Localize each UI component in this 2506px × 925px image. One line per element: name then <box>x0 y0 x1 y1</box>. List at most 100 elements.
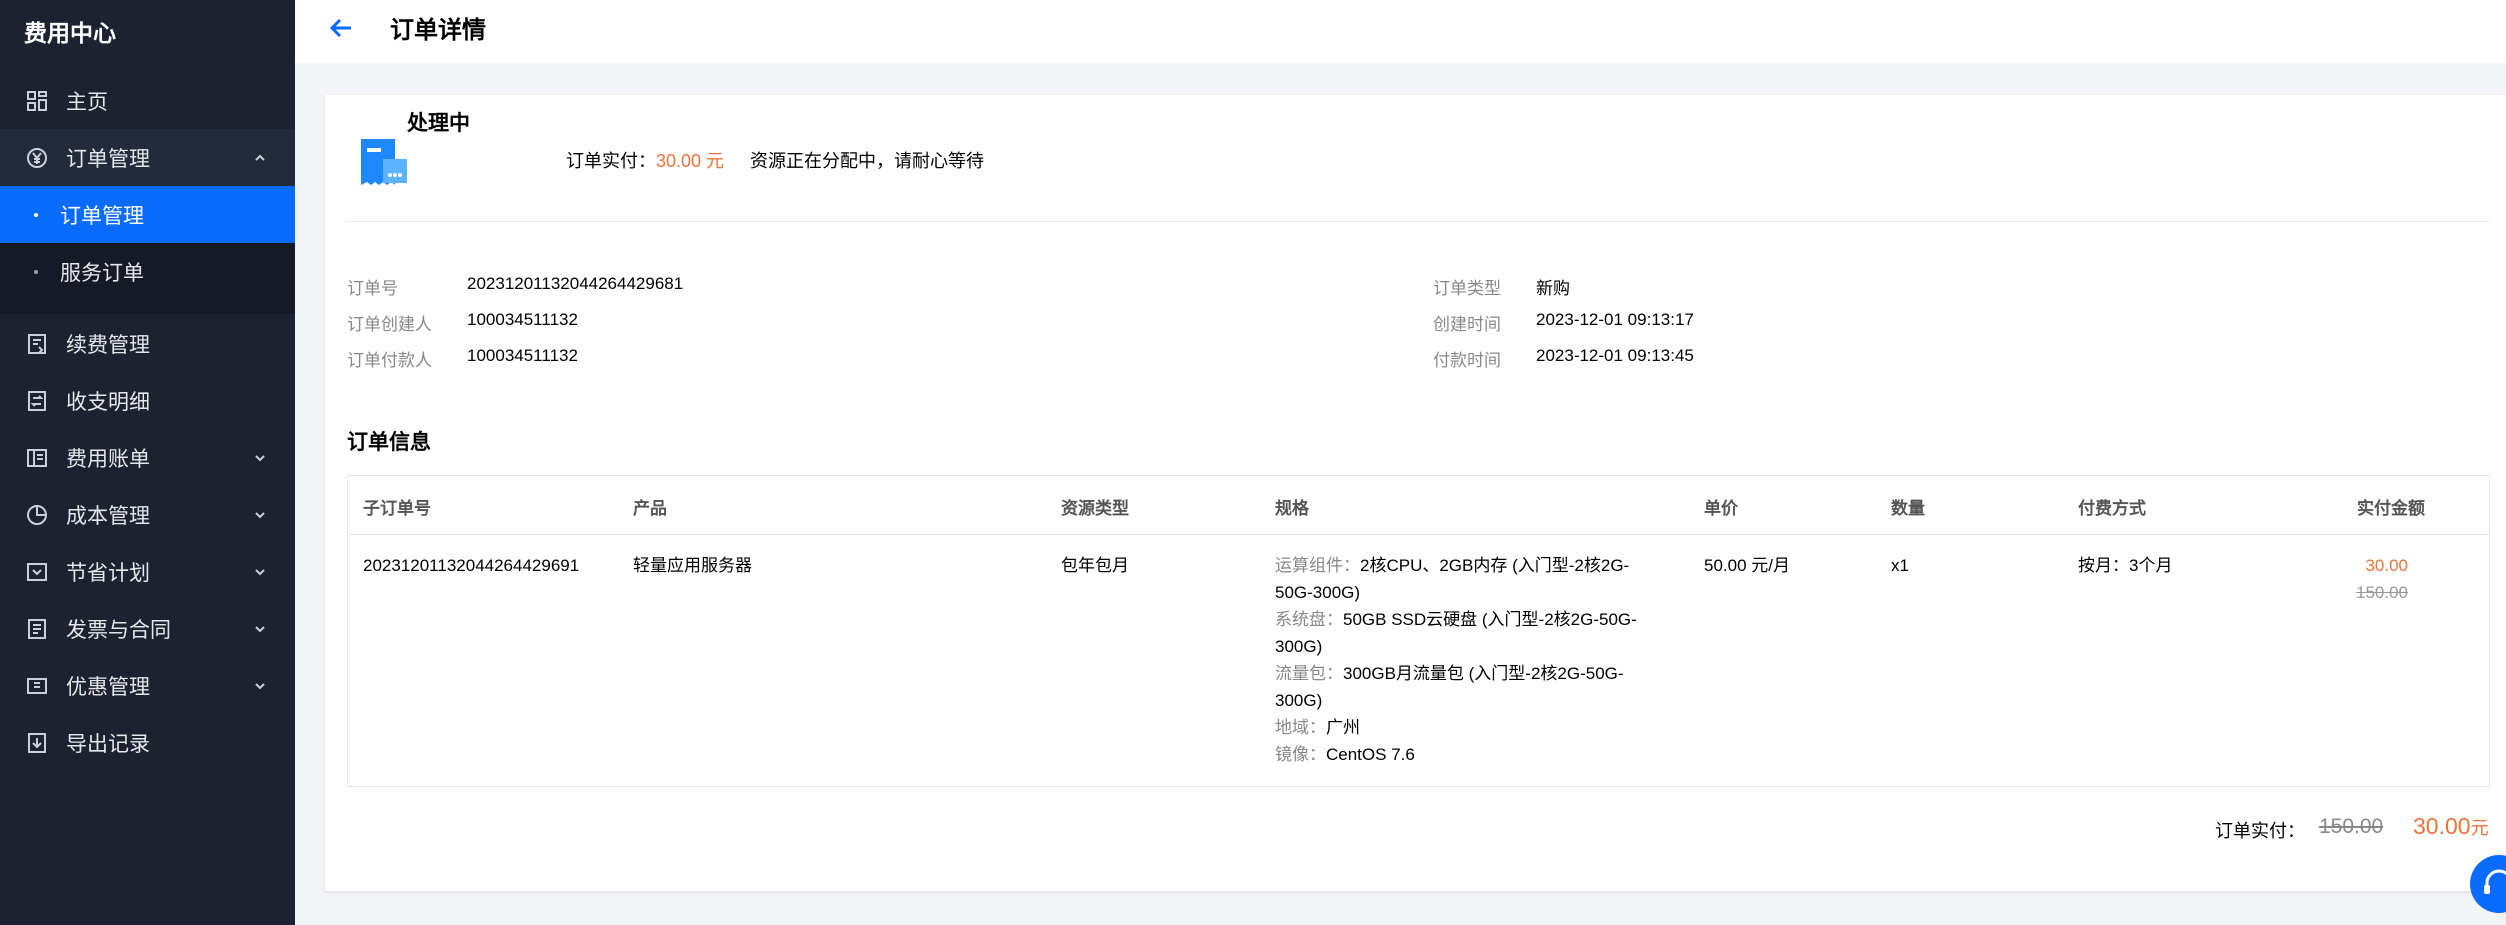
order-no-label: 订单号 <box>347 279 398 298</box>
original-amount: 150.00 <box>2356 583 2408 602</box>
sidebar-item-discounts[interactable]: 优惠管理 <box>0 657 295 714</box>
sidebar-item-invoice-contract[interactable]: 发票与合同 <box>0 600 295 657</box>
ticket-icon <box>24 673 50 699</box>
column-header: 产品 <box>633 499 667 518</box>
sidebar-item-label: 主页 <box>66 90 108 114</box>
paid-value: 30.00 元 <box>656 151 725 171</box>
sidebar-item-transactions[interactable]: 收支明细 <box>0 372 295 429</box>
spec-value: 2核CPU、2GB内存 (入门型-2核2G- <box>1360 556 1630 575</box>
created-time-label: 创建时间 <box>1433 315 1501 334</box>
divider <box>345 221 2490 222</box>
spec-item: 地域：广州 <box>1275 714 1675 741</box>
column-header: 单价 <box>1704 499 1738 518</box>
headset-icon <box>2484 869 2506 894</box>
payer-label: 订单付款人 <box>347 351 432 370</box>
billing-method: 按月：3个月 <box>2078 556 2173 575</box>
order-no-value: 20231201132044264429681 <box>467 274 684 293</box>
sidebar: 费用中心 主页 订单管理 订单管理 服务订单 续费管理 收支明细 费用账单 成本… <box>0 0 295 925</box>
total-unit: 元 <box>2470 818 2489 838</box>
total-label: 订单实付： <box>2215 821 2305 841</box>
sidebar-item-label: 服务订单 <box>60 261 144 285</box>
bullet-icon <box>34 212 38 217</box>
column-header: 付费方式 <box>2078 499 2146 518</box>
chevron-up-icon <box>255 154 265 161</box>
spec-item: 镜像：CentOS 7.6 <box>1275 741 1675 768</box>
spec-value: 50GB SSD云硬盘 (入门型-2核2G-50G- <box>1343 610 1637 629</box>
yuan-circle-icon <box>24 145 50 171</box>
spec-item: 运算组件：2核CPU、2GB内存 (入门型-2核2G- <box>1275 552 1675 579</box>
sidebar-item-label: 节省计划 <box>66 561 150 585</box>
customer-service-button[interactable] <box>2470 855 2506 913</box>
column-header: 数量 <box>1891 499 1925 518</box>
spec-value: 300GB月流量包 (入门型-2核2G-50G- <box>1343 664 1624 683</box>
sidebar-item-home[interactable]: 主页 <box>0 72 295 129</box>
column-header: 规格 <box>1275 499 1309 518</box>
spec-item: 系统盘：50GB SSD云硬盘 (入门型-2核2G-50G- <box>1275 606 1675 633</box>
unit-price: 50.00 元/月 <box>1704 556 1790 575</box>
back-arrow-icon[interactable] <box>325 12 357 44</box>
sidebar-item-bills[interactable]: 费用账单 <box>0 429 295 486</box>
bill-icon <box>24 445 50 471</box>
dashboard-icon <box>24 88 50 114</box>
sidebar-item-cost[interactable]: 成本管理 <box>0 486 295 543</box>
renewal-icon <box>24 331 50 357</box>
product-name: 轻量应用服务器 <box>633 556 752 575</box>
chevron-down-icon <box>255 568 265 575</box>
status-row: 处理中 订单实付：30.00 元 资源正在分配中，请耐心等待 <box>355 112 2495 191</box>
sidebar-item-label: 发票与合同 <box>66 618 171 642</box>
sidebar-item-label: 收支明细 <box>66 390 150 414</box>
spec-item: 流量包：300GB月流量包 (入门型-2核2G-50G- <box>1275 660 1675 687</box>
column-header: 实付金额 <box>2357 499 2425 518</box>
order-detail-card: 处理中 订单实付：30.00 元 资源正在分配中，请耐心等待 订单号 20231… <box>325 95 2506 891</box>
sidebar-item-orders[interactable]: 订单管理 <box>0 129 295 186</box>
paid-time-value: 2023-12-01 09:13:45 <box>1536 346 1694 365</box>
spec-value: 广州 <box>1326 718 1360 737</box>
sidebar-item-label: 续费管理 <box>66 333 150 357</box>
column-header: 子订单号 <box>363 499 431 518</box>
spec-item-cont: 300G) <box>1275 691 1323 710</box>
sidebar-item-label: 费用账单 <box>66 447 150 471</box>
chevron-down-icon <box>255 625 265 632</box>
sidebar-item-label: 优惠管理 <box>66 675 150 699</box>
sidebar-title: 费用中心 <box>24 20 116 46</box>
sidebar-item-label: 订单管理 <box>60 204 144 228</box>
order-type-value: 新购 <box>1536 279 1570 298</box>
creator-value: 100034511132 <box>467 310 578 329</box>
sidebar-item-savings-plan[interactable]: 节省计划 <box>0 543 295 600</box>
created-time-value: 2023-12-01 09:13:17 <box>1536 310 1694 329</box>
order-processing-icon <box>361 139 407 185</box>
spec-item-cont: 300G) <box>1275 637 1323 656</box>
spec-value: CentOS 7.6 <box>1326 745 1415 764</box>
total-original: 150.00 <box>2319 815 2384 838</box>
creator-label: 订单创建人 <box>347 315 432 334</box>
total-paid-wrap: 30.00元 <box>2413 813 2489 840</box>
chevron-down-icon <box>255 511 265 518</box>
section-title: 订单信息 <box>347 431 431 454</box>
spec-key: 流量包： <box>1275 664 1343 683</box>
paid-label: 订单实付： <box>566 151 656 171</box>
spec-item-cont: 50G-300G) <box>1275 583 1361 602</box>
sidebar-subitem-service-orders[interactable]: 服务订单 <box>0 243 295 300</box>
quantity: x1 <box>1891 556 1909 575</box>
chevron-down-icon <box>255 454 265 461</box>
sidebar-item-label: 订单管理 <box>66 147 150 171</box>
sidebar-subitem-order-management[interactable]: 订单管理 <box>0 186 295 243</box>
spec-key: 地域： <box>1275 718 1326 737</box>
chevron-down-icon <box>255 682 265 689</box>
export-icon <box>24 730 50 756</box>
sub-order-no: 20231201132044264429691 <box>363 556 580 575</box>
sidebar-item-export-records[interactable]: 导出记录 <box>0 714 295 771</box>
table-header: 子订单号 产品 资源类型 规格 单价 数量 付费方式 实付金额 <box>348 476 2489 535</box>
savings-icon <box>24 559 50 585</box>
paid-amount-cell: 30.00 150.00 <box>2308 552 2408 606</box>
paid-amount: 30.00 <box>2365 556 2408 575</box>
spec-key: 运算组件： <box>1275 556 1360 575</box>
payer-value: 100034511132 <box>467 346 578 365</box>
paid-time-label: 付款时间 <box>1433 351 1501 370</box>
sidebar-item-renewal[interactable]: 续费管理 <box>0 315 295 372</box>
spec-key: 系统盘： <box>1275 610 1343 629</box>
resource-type: 包年包月 <box>1061 556 1129 575</box>
pie-chart-icon <box>24 502 50 528</box>
status-note: 资源正在分配中，请耐心等待 <box>750 151 984 171</box>
bullet-icon <box>34 269 38 274</box>
